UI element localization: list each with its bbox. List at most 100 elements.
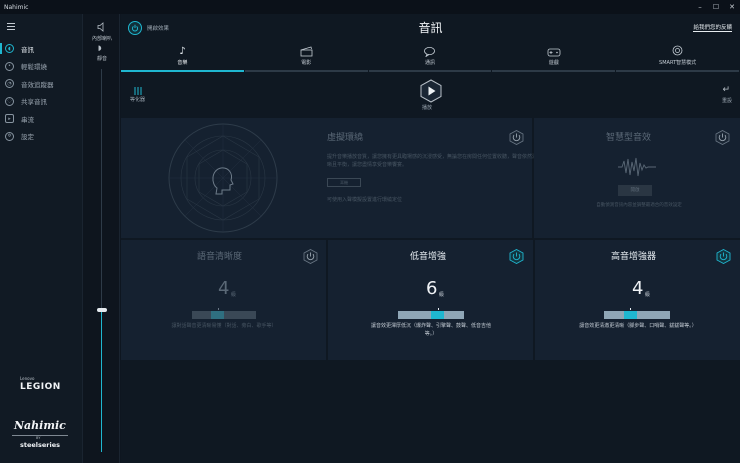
equalizer-icon[interactable] bbox=[133, 86, 143, 96]
bass-boost-slider[interactable] bbox=[398, 308, 464, 319]
tab-label: 通訊 bbox=[424, 60, 435, 66]
steelseries-logo: steelseries bbox=[20, 441, 61, 449]
mute-label: 靜音 bbox=[96, 56, 107, 62]
sidebar-item-label: 設定 bbox=[21, 133, 34, 142]
reset-label: 重設 bbox=[721, 98, 732, 104]
gamepad-icon bbox=[547, 48, 561, 57]
music-icon: ♪ bbox=[179, 46, 186, 57]
brand-by: BY bbox=[36, 436, 41, 440]
voice-clarity-level: 4 bbox=[218, 278, 230, 299]
equalizer-label: 等化器 bbox=[130, 97, 146, 103]
level-indicator[interactable] bbox=[431, 311, 445, 319]
play-label: 播放 bbox=[422, 105, 433, 111]
reset-icon[interactable]: ↵ bbox=[722, 85, 730, 95]
waveform-icon bbox=[618, 157, 656, 177]
tab-label: 遊戲 bbox=[548, 60, 559, 66]
treble-boost-slider[interactable] bbox=[604, 308, 670, 319]
share-audio-icon: ◌ bbox=[5, 96, 14, 106]
legion-logo: LEGION bbox=[20, 382, 61, 392]
treble-boost-level: 4 bbox=[632, 278, 644, 299]
tab-smart[interactable]: SMART智慧模式 bbox=[616, 42, 739, 72]
tab-music[interactable]: ♪ 音樂 bbox=[121, 42, 244, 72]
title-bar: Nahimic – ☐ ✕ bbox=[0, 0, 740, 14]
profile-tabs: ♪ 音樂 電影 通訊 遊戲 SMART智慧模式 bbox=[121, 42, 740, 72]
treble-boost-unit: 級 bbox=[645, 292, 651, 298]
bass-boost-power-button[interactable] bbox=[509, 249, 524, 264]
voice-clarity-description: 讓對話聲音更清晰易懂（對話、旁白、歌手等） bbox=[171, 323, 277, 329]
gear-icon: ✲ bbox=[5, 131, 14, 141]
smart-effect-panel: 智慧型音效 開啟 自動偵測音訊內容並調整最適合的音效設定 bbox=[534, 118, 740, 238]
sidebar-item-sound-tracker[interactable]: ◔ 音效追蹤器 bbox=[0, 75, 82, 93]
headphone-tag[interactable]: 耳機 bbox=[327, 178, 361, 187]
output-device-label: 內部喇叭 bbox=[91, 36, 112, 42]
level-tick bbox=[217, 308, 219, 310]
sidebar-nav: ◖ 音訊 • 輕鬆環繞 ◔ 音效追蹤器 ◌ 共享音訊 ▸ 串流 ✲ 設定 bbox=[0, 40, 82, 145]
virtual-surround-power-button[interactable] bbox=[509, 130, 524, 145]
voice-clarity-panel: 語音清晰度 4 級 讓對話聲音更清晰易懂（對話、旁白、歌手等） bbox=[121, 240, 326, 360]
virtual-surround-description: 提升音樂播放音質，讓您擁有更具臨場感的沉浸感受，無論您在房間任何位置收聽，聲音依… bbox=[327, 154, 538, 168]
lenovo-logo: Lenovo bbox=[20, 376, 35, 381]
bass-boost-title: 低音增強 bbox=[410, 252, 447, 262]
stream-icon: ▸ bbox=[5, 114, 14, 124]
sidebar-item-audio[interactable]: ◖ 音訊 bbox=[0, 40, 82, 58]
page-title: 音訊 bbox=[418, 21, 443, 35]
volume-panel: 內部喇叭 ◗ 靜音 bbox=[82, 14, 120, 463]
tab-label: 電影 bbox=[301, 60, 312, 66]
main-content: 開啟效果 音訊 給我們您的反饋 ♪ 音樂 電影 通訊 遊戲 SMART智慧模式 … bbox=[121, 14, 740, 463]
sidebar-item-surround[interactable]: • 輕鬆環繞 bbox=[0, 58, 82, 76]
movie-icon bbox=[300, 46, 313, 57]
sidebar-item-label: 音訊 bbox=[21, 45, 34, 54]
close-button[interactable]: ✕ bbox=[724, 0, 740, 14]
tab-game[interactable]: 遊戲 bbox=[492, 42, 615, 72]
feedback-link[interactable]: 給我們您的反饋 bbox=[693, 23, 732, 32]
play-button[interactable] bbox=[420, 79, 442, 103]
treble-boost-description: 讓音效更清澈更清晰（腳步聲、口哨聲、鈸鈸聲等。） bbox=[579, 323, 697, 329]
speaker-icon[interactable] bbox=[97, 22, 107, 32]
tab-label: SMART智慧模式 bbox=[659, 60, 697, 66]
virtual-surround-title: 虛擬環繞 bbox=[327, 133, 364, 143]
bass-boost-description: 讓音效更渾厚低沉（爆炸聲、引擎聲、鼓聲、低音吉他等。） bbox=[370, 323, 491, 337]
surround-icon: • bbox=[5, 61, 14, 71]
virtual-surround-footnote: 可使用入聲模擬設置進行環繞定位 bbox=[327, 197, 403, 203]
sidebar: ◖ 音訊 • 輕鬆環繞 ◔ 音效追蹤器 ◌ 共享音訊 ▸ 串流 ✲ 設定 Len… bbox=[0, 14, 82, 463]
smart-effect-description: 自動偵測音訊內容並調整最適合的音效設定 bbox=[596, 203, 682, 208]
sound-tracker-icon: ◔ bbox=[5, 79, 14, 89]
sidebar-item-share-audio[interactable]: ◌ 共享音訊 bbox=[0, 93, 82, 111]
nahimic-logo: Nahimic bbox=[14, 419, 66, 432]
maximize-button[interactable]: ☐ bbox=[708, 0, 724, 14]
smart-icon bbox=[672, 45, 683, 56]
voice-clarity-title: 語音清晰度 bbox=[197, 252, 243, 262]
sidebar-item-label: 音效追蹤器 bbox=[21, 80, 54, 89]
voice-clarity-unit: 級 bbox=[231, 292, 237, 298]
mute-icon[interactable]: ◗ bbox=[98, 44, 102, 52]
volume-slider-thumb[interactable] bbox=[97, 308, 107, 313]
treble-boost-panel: 高音增強器 4 級 讓音效更清澈更清晰（腳步聲、口哨聲、鈸鈸聲等。） bbox=[535, 240, 740, 360]
level-tick bbox=[437, 308, 439, 310]
sidebar-item-label: 輕鬆環繞 bbox=[21, 63, 47, 72]
smart-effect-power-button[interactable] bbox=[715, 130, 730, 145]
tab-chat[interactable]: 通訊 bbox=[368, 42, 492, 72]
treble-boost-power-button[interactable] bbox=[716, 249, 731, 264]
surround-sphere-icon bbox=[168, 123, 278, 233]
audio-icon: ◖ bbox=[5, 44, 14, 54]
chat-icon bbox=[424, 47, 436, 57]
minimize-button[interactable]: – bbox=[692, 0, 708, 14]
virtual-surround-panel: 虛擬環繞 提升音樂播放音質，讓您擁有更具臨場感的沉浸感受，無論您在房間任何位置收… bbox=[121, 118, 537, 238]
sidebar-item-settings[interactable]: ✲ 設定 bbox=[0, 128, 82, 146]
level-tick bbox=[630, 308, 632, 310]
toolbar: 等化器 播放 ↵ 重設 bbox=[121, 76, 740, 116]
treble-boost-title: 高音增強器 bbox=[611, 252, 657, 262]
bass-boost-unit: 級 bbox=[439, 292, 445, 298]
app-title: Nahimic bbox=[4, 3, 29, 11]
voice-clarity-power-button[interactable] bbox=[303, 249, 318, 264]
smart-effect-enable-button[interactable]: 開啟 bbox=[618, 185, 652, 196]
menu-icon[interactable] bbox=[7, 23, 15, 32]
volume-slider-fill bbox=[101, 310, 102, 452]
level-indicator[interactable] bbox=[211, 311, 224, 319]
voice-clarity-slider[interactable] bbox=[192, 308, 256, 319]
tab-movie[interactable]: 電影 bbox=[244, 42, 368, 72]
level-indicator[interactable] bbox=[623, 311, 637, 319]
sidebar-item-label: 共享音訊 bbox=[21, 98, 47, 107]
bass-boost-level: 6 bbox=[426, 278, 438, 299]
sidebar-item-stream[interactable]: ▸ 串流 bbox=[0, 110, 82, 128]
